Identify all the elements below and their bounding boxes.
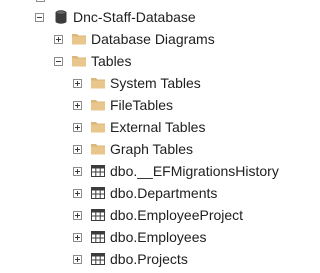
tree-item-label: dbo.Employees	[110, 229, 207, 245]
tree-item-label: dbo.__EFMigrationsHistory	[110, 163, 279, 179]
tree-item-label: Database Diagrams	[91, 31, 215, 47]
expand-toggle[interactable]	[73, 100, 82, 110]
expand-toggle[interactable]	[73, 166, 82, 176]
expand-toggle[interactable]	[73, 254, 82, 264]
object-explorer-tree: Dnc-Staff-Database Database Diagrams Tab…	[0, 0, 285, 273]
tree-item-departments[interactable]: dbo.Departments	[73, 182, 217, 204]
tree-item-label: System Tables	[110, 75, 201, 91]
expand-toggle[interactable]	[54, 34, 63, 44]
folder-icon	[90, 141, 106, 157]
table-icon	[90, 207, 106, 223]
tree-item-system-tables[interactable]: System Tables	[73, 72, 201, 94]
collapse-toggle[interactable]	[54, 56, 63, 66]
tree-item-tables[interactable]: Tables	[54, 50, 131, 72]
tree-item-label: Tables	[91, 53, 132, 69]
folder-icon	[90, 75, 106, 91]
clipped-row-above	[36, 0, 45, 3]
database-label: Dnc-Staff-Database	[73, 9, 196, 25]
tree-item-label: dbo.Departments	[110, 185, 218, 201]
tree-item-label: Graph Tables	[110, 141, 194, 157]
expand-toggle[interactable]	[36, 0, 45, 2]
expand-toggle[interactable]	[73, 78, 82, 88]
folder-icon	[90, 119, 106, 135]
table-icon	[90, 251, 106, 267]
tree-item-filetables[interactable]: FileTables	[73, 94, 173, 116]
folder-icon	[71, 53, 87, 69]
collapse-toggle[interactable]	[35, 12, 44, 22]
expand-toggle[interactable]	[73, 122, 82, 132]
table-icon	[90, 229, 106, 245]
expand-toggle[interactable]	[73, 188, 82, 198]
table-icon	[90, 163, 106, 179]
tree-item-label: External Tables	[110, 119, 206, 135]
table-icon	[90, 185, 106, 201]
tree-item-graph-tables[interactable]: Graph Tables	[73, 138, 193, 160]
tree-item-database-diagrams[interactable]: Database Diagrams	[54, 28, 215, 50]
tree-item-label: dbo.EmployeeProject	[110, 207, 244, 223]
expand-toggle[interactable]	[73, 144, 82, 154]
database-node[interactable]: Dnc-Staff-Database	[35, 6, 196, 28]
expand-toggle[interactable]	[73, 232, 82, 242]
tree-item-ef-migrations-history[interactable]: dbo.__EFMigrationsHistory	[73, 160, 279, 182]
tree-item-employees[interactable]: dbo.Employees	[73, 226, 207, 248]
folder-icon	[90, 97, 106, 113]
tree-item-label: FileTables	[110, 97, 174, 113]
expand-toggle[interactable]	[73, 210, 82, 220]
tree-item-employee-project[interactable]: dbo.EmployeeProject	[73, 204, 243, 226]
folder-icon	[71, 31, 87, 47]
tree-item-label: dbo.Projects	[110, 251, 188, 267]
tree-item-external-tables[interactable]: External Tables	[73, 116, 205, 138]
database-icon	[53, 9, 69, 25]
tree-item-projects[interactable]: dbo.Projects	[73, 248, 188, 270]
